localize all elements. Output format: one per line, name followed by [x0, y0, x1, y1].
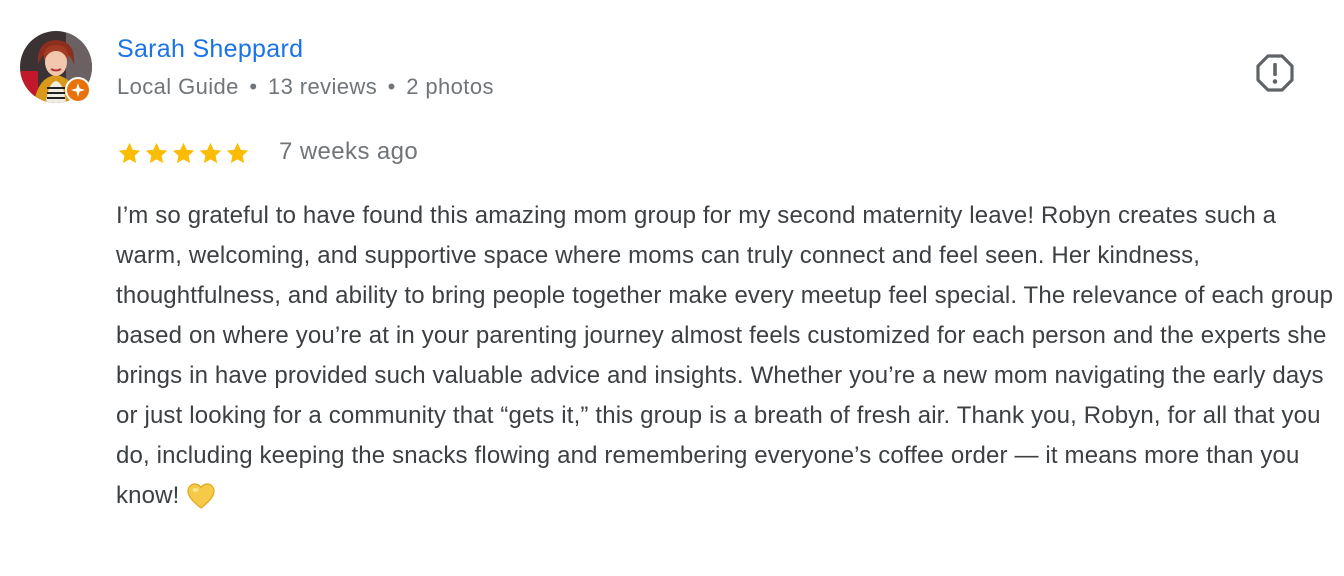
star-icon — [172, 142, 195, 164]
meta-separator: • — [249, 74, 258, 99]
star-icon — [226, 142, 249, 164]
report-flag-icon[interactable] — [1256, 54, 1294, 92]
reviewer-meta: Local Guide • 13 reviews • 2 photos — [117, 74, 494, 100]
review-time: 7 weeks ago — [279, 138, 419, 165]
review-text: I’m so grateful to have found this amazi… — [116, 202, 1334, 509]
review-card: Sarah Sheppard Local Guide • 13 reviews … — [0, 0, 1344, 576]
local-guide-badge-icon — [65, 77, 91, 103]
review-count: 13 reviews — [267, 74, 378, 99]
star-icon — [145, 142, 168, 164]
reviewer-name-link[interactable]: Sarah Sheppard — [117, 35, 303, 64]
star-icon — [199, 142, 222, 164]
local-guide-label: Local Guide — [117, 74, 239, 99]
yellow-heart-icon — [187, 482, 216, 522]
star-icon — [118, 142, 141, 164]
star-rating — [117, 141, 250, 167]
review-text-block: I’m so grateful to have found this amazi… — [116, 196, 1338, 522]
photo-count: 2 photos — [406, 74, 494, 99]
meta-separator: • — [387, 74, 396, 99]
